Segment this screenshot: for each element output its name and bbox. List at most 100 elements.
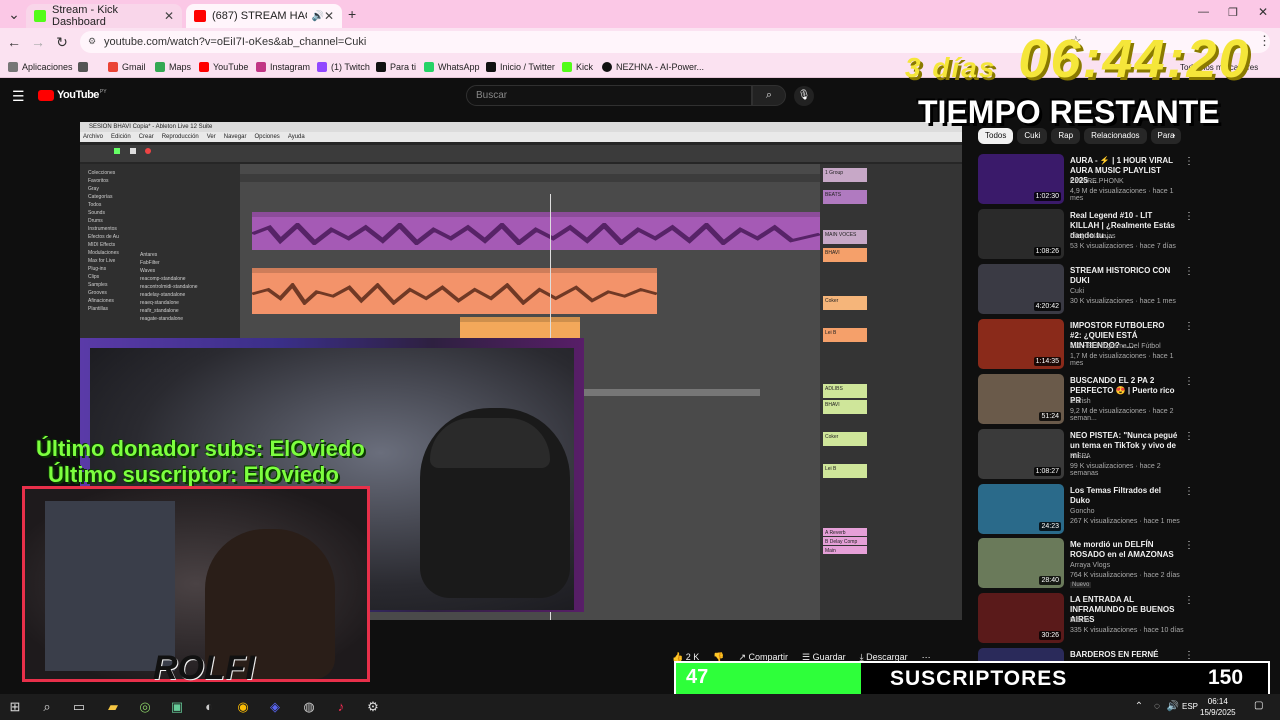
channel-name[interactable]: Momo: [1070, 617, 1089, 624]
chip-cuki[interactable]: Cuki: [1017, 128, 1048, 144]
recommendation-item[interactable]: 1:08:26 Real Legend #10 - LIT KILLAH | ¿R…: [978, 209, 1194, 261]
chevron-up-icon[interactable]: ⌃: [1130, 698, 1148, 716]
chevron-right-icon[interactable]: ›: [1172, 130, 1175, 141]
video-thumbnail[interactable]: 24:23: [978, 484, 1064, 534]
more-options-icon[interactable]: ⋮: [1184, 540, 1194, 551]
recommendation-item[interactable]: 24:23 Los Temas Filtrados del Duko Goncho 2…: [978, 484, 1194, 536]
video-thumbnail[interactable]: 1:08:26: [978, 209, 1064, 259]
bookmark-whatsapp[interactable]: WhatsApp: [424, 59, 480, 75]
recommendation-item[interactable]: 4:20:42 STREAM HISTORICO CON DUKI Cuki 30 K…: [978, 264, 1194, 316]
chip-related[interactable]: Relacionados: [1084, 128, 1147, 144]
video-meta: 30 K visualizaciones · hace 1 mes: [1070, 298, 1176, 305]
bookmark-twitter[interactable]: Inicio / Twitter: [486, 59, 555, 75]
chip-for-you[interactable]: Para: [1150, 128, 1182, 144]
more-options-icon[interactable]: ⋮: [1184, 595, 1194, 606]
video-thumbnail[interactable]: 30:26: [978, 593, 1064, 643]
channel-name[interactable]: HISPA: [1070, 453, 1091, 460]
chip-rap[interactable]: Rap: [1051, 128, 1081, 144]
menu-icon[interactable]: ⋮: [1258, 33, 1271, 49]
nezhna-icon: [602, 62, 612, 72]
bookmark-apps[interactable]: Aplicaciones: [8, 59, 73, 75]
video-thumbnail[interactable]: 1:08:27: [978, 429, 1064, 479]
search-icon[interactable]: ⌕: [38, 698, 56, 716]
microphone-icon[interactable]: 🎙: [794, 86, 814, 106]
plugin-item: reacomp-standalone: [140, 276, 186, 282]
discord-icon[interactable]: ◈: [266, 698, 284, 716]
clock[interactable]: 06:14 15/9/2025: [1200, 696, 1236, 718]
video-thumbnail[interactable]: 51:24: [978, 374, 1064, 424]
chrome-icon[interactable]: ◉: [234, 698, 252, 716]
reload-icon[interactable]: ↻: [54, 34, 70, 50]
bookmark-instagram[interactable]: Instagram: [256, 59, 310, 75]
settings-gear-icon[interactable]: ⚙: [364, 698, 382, 716]
video-title[interactable]: Los Temas Filtrados del Duko: [1070, 486, 1178, 506]
more-options-icon[interactable]: ⋮: [1184, 376, 1194, 387]
app-icon[interactable]: ▣: [168, 698, 186, 716]
search-input[interactable]: Buscar: [466, 85, 752, 106]
obs-icon[interactable]: ◍: [300, 698, 318, 716]
task-view-icon[interactable]: ▭: [70, 698, 88, 716]
recommendation-item[interactable]: 28:40 Me mordió un DELFÍN ROSADO en el AM…: [978, 538, 1194, 590]
video-title[interactable]: Me mordió un DELFÍN ROSADO en el AMAZONA…: [1070, 540, 1178, 560]
bookmark-x[interactable]: Para ti: [376, 59, 416, 75]
channel-name[interactable]: 412 - El Programa Del Fútbol: [1070, 343, 1161, 350]
bookmark-nezhna[interactable]: NEZHNA - AI-Power...: [602, 59, 704, 75]
chip-all[interactable]: Todos: [978, 128, 1014, 144]
speaker-icon[interactable]: 🔊: [311, 11, 323, 22]
notifications-icon[interactable]: ▢: [1254, 700, 1263, 711]
channel-name[interactable]: Arraya Vlogs: [1070, 562, 1110, 569]
recommendation-item[interactable]: 51:24 BUSCANDO EL 2 PA 2 PERFECTO 😍 | Pue…: [978, 374, 1194, 426]
video-title[interactable]: STREAM HISTORICO CON DUKI: [1070, 266, 1178, 286]
channel-name[interactable]: lebrish: [1070, 398, 1091, 405]
tab-search-icon[interactable]: ⌄: [6, 6, 22, 22]
recommendation-item[interactable]: 1:02:30 AURA - ⚡ | 1 HOUR VIRAL AURA MUSI…: [978, 154, 1194, 206]
video-thumbnail[interactable]: 1:02:30: [978, 154, 1064, 204]
recommendation-item[interactable]: 1:08:27 NEO PISTEA: "Nunca pegué un tema …: [978, 429, 1194, 481]
channel-name[interactable]: Goncho: [1070, 508, 1095, 515]
restore-icon[interactable]: ❐: [1228, 6, 1238, 19]
forward-icon[interactable]: →: [30, 34, 46, 50]
site-info-icon[interactable]: ⚙: [88, 36, 96, 47]
more-options-icon[interactable]: ⋮: [1184, 321, 1194, 332]
tab-label: (687) STREAM HACIENDO M: [212, 10, 307, 22]
channel-name[interactable]: EMPIRE.PHONK: [1070, 178, 1124, 185]
close-icon[interactable]: ✕: [164, 9, 174, 23]
volume-icon[interactable]: 🔊: [1164, 698, 1182, 716]
minimize-icon[interactable]: —: [1198, 6, 1209, 18]
more-options-icon[interactable]: ⋮: [1184, 486, 1194, 497]
bookmark-maps[interactable]: Maps: [155, 59, 191, 75]
bookmark-twitch[interactable]: (1) Twitch: [317, 59, 370, 75]
video-thumbnail[interactable]: 28:40: [978, 538, 1064, 588]
hamburger-icon[interactable]: ☰: [12, 88, 25, 105]
windows-start-icon[interactable]: ⊞: [6, 698, 24, 716]
bookmark-youtube[interactable]: YouTube: [199, 59, 248, 75]
close-icon[interactable]: ✕: [324, 9, 334, 23]
tiktok-icon[interactable]: ♪: [332, 698, 350, 716]
more-options-icon[interactable]: ⋮: [1184, 211, 1194, 222]
close-window-icon[interactable]: ✕: [1258, 5, 1268, 19]
new-tab-button[interactable]: +: [348, 6, 356, 22]
tab-kick-dashboard[interactable]: Stream - Kick Dashboard ✕: [26, 4, 182, 28]
channel-name[interactable]: Diego Navajas: [1070, 233, 1116, 240]
search-icon[interactable]: ⌕: [752, 85, 786, 106]
more-options-icon[interactable]: ⋮: [1184, 650, 1194, 661]
channel-name[interactable]: Cuki: [1070, 288, 1084, 295]
timeline-ruler: [240, 174, 820, 182]
more-options-icon[interactable]: ⋮: [1184, 156, 1194, 167]
tab-youtube-stream[interactable]: (687) STREAM HACIENDO M 🔊 ✕: [186, 4, 342, 28]
youtube-logo[interactable]: YouTube PY: [38, 89, 107, 101]
recommendation-item[interactable]: 30:26 LA ENTRADA AL INFRAMUNDO DE BUENOS …: [978, 593, 1194, 645]
recommendation-item[interactable]: 1:14:35 IMPOSTOR FUTBOLERO #2: ¿QUIEN EST…: [978, 319, 1194, 371]
app-icon[interactable]: ◐: [200, 698, 218, 716]
app-icon[interactable]: ◎: [136, 698, 154, 716]
language-indicator[interactable]: ESP: [1182, 702, 1198, 711]
back-icon[interactable]: ←: [6, 34, 22, 50]
video-thumbnail[interactable]: 4:20:42: [978, 264, 1064, 314]
folder-icon[interactable]: ▰: [104, 698, 122, 716]
bookmark-kick[interactable]: Kick: [562, 59, 593, 75]
more-options-icon[interactable]: ⋮: [1184, 431, 1194, 442]
more-options-icon[interactable]: ⋮: [1184, 266, 1194, 277]
bookmark-gmail[interactable]: Gmail: [108, 59, 146, 75]
bookmark-grid[interactable]: [78, 59, 92, 75]
video-thumbnail[interactable]: 1:14:35: [978, 319, 1064, 369]
